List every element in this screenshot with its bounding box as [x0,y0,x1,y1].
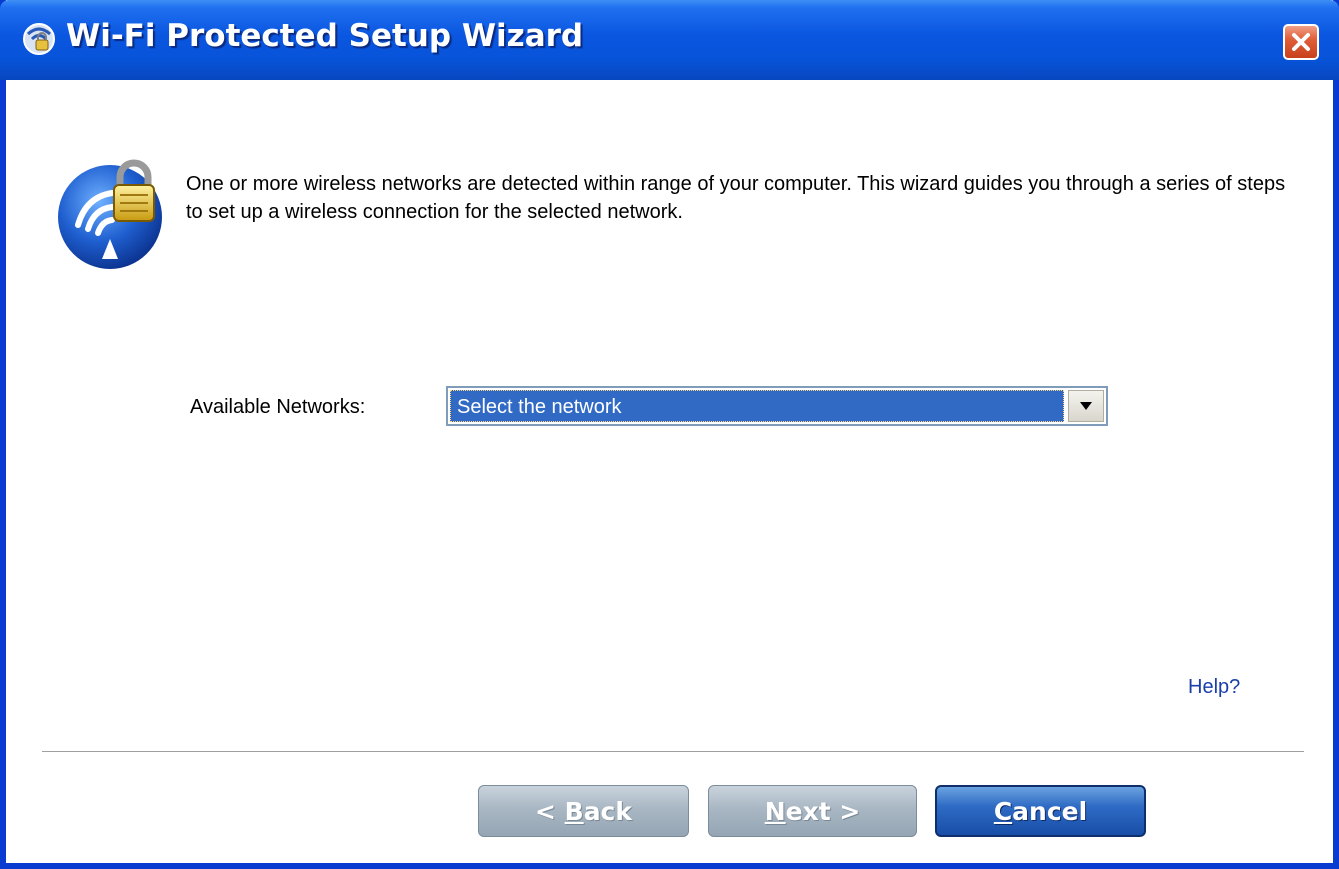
close-button[interactable] [1283,24,1319,60]
back-button-mnemonic: B [564,796,584,826]
help-link[interactable]: Help? [1188,676,1240,699]
close-icon [1292,33,1310,51]
back-button-prefix: < [534,796,565,826]
available-networks-label: Available Networks: [190,396,366,418]
chevron-down-icon [1080,402,1092,410]
footer-separator [42,751,1304,753]
selected-network-value: Select the network [450,390,1064,422]
back-button-label: ack [583,796,633,826]
dropdown-arrow-button[interactable] [1068,390,1104,422]
title-bar[interactable]: Wi-Fi Protected Setup Wizard [0,0,1339,80]
next-button-mnemonic: N [764,796,786,826]
next-button-label: ext > [785,796,861,826]
cancel-button[interactable]: Cancel [935,785,1146,837]
wireless-lock-icon [58,159,162,269]
intro-text: One or more wireless networks are detect… [186,173,1286,223]
next-button[interactable]: Next > [708,785,917,837]
available-networks-dropdown[interactable]: Select the network [446,386,1108,426]
wps-wizard-icon [23,23,55,55]
back-button[interactable]: < Back [478,785,689,837]
wizard-window: Wi-Fi Protected Setup Wizard One or more… [0,0,1339,869]
cancel-button-mnemonic: C [993,796,1013,826]
cancel-button-label: ancel [1012,796,1088,826]
window-title: Wi-Fi Protected Setup Wizard [66,18,584,54]
